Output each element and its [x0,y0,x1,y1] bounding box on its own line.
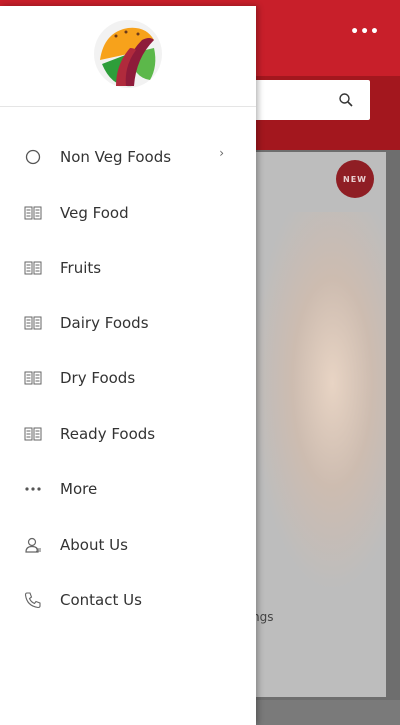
book-icon [24,204,42,222]
circle-icon [24,148,42,166]
menu-item-label: Ready Foods [60,425,156,443]
menu-item-contact-us[interactable]: Contact Us [0,580,256,620]
book-icon [24,259,42,277]
menu-item-label: Veg Food [60,204,129,222]
product-image [252,212,386,592]
book-icon [24,314,42,332]
menu-item-label: More [60,480,98,498]
menu-item-more[interactable]: More [0,469,256,509]
search-icon[interactable] [338,92,354,108]
new-badge: NEW [336,160,374,198]
phone-icon [24,591,42,609]
navigation-drawer: Non Veg Foods › Veg Food Fruits Dairy Fo… [0,6,256,725]
menu-item-ready-foods[interactable]: Ready Foods [0,414,256,454]
chevron-right-icon[interactable]: › [219,146,224,160]
menu-item-dairy-foods[interactable]: Dairy Foods [0,303,256,343]
book-icon [24,369,42,387]
menu-item-label: Contact Us [60,591,142,609]
brand-logo[interactable] [88,14,168,94]
menu-item-label: About Us [60,536,128,554]
menu-item-veg-food[interactable]: Veg Food [0,193,256,233]
product-card[interactable]: NEW ngs [252,152,386,697]
menu-item-dry-foods[interactable]: Dry Foods [0,358,256,398]
menu-item-label: Dry Foods [60,369,136,387]
menu-item-fruits[interactable]: Fruits [0,248,256,288]
book-icon [24,425,42,443]
search-input[interactable] [240,80,370,120]
menu-item-label: Non Veg Foods [60,148,172,166]
next-card [252,700,400,725]
menu-item-label: Dairy Foods [60,314,149,332]
ellipsis-icon [24,480,42,498]
drawer-header [0,6,256,107]
menu-item-label: Fruits [60,259,102,277]
more-options-button[interactable]: ••• [350,24,380,40]
user-icon [24,536,42,554]
menu-item-about-us[interactable]: About Us [0,525,256,565]
menu-item-non-veg-foods[interactable]: Non Veg Foods › [0,137,256,177]
